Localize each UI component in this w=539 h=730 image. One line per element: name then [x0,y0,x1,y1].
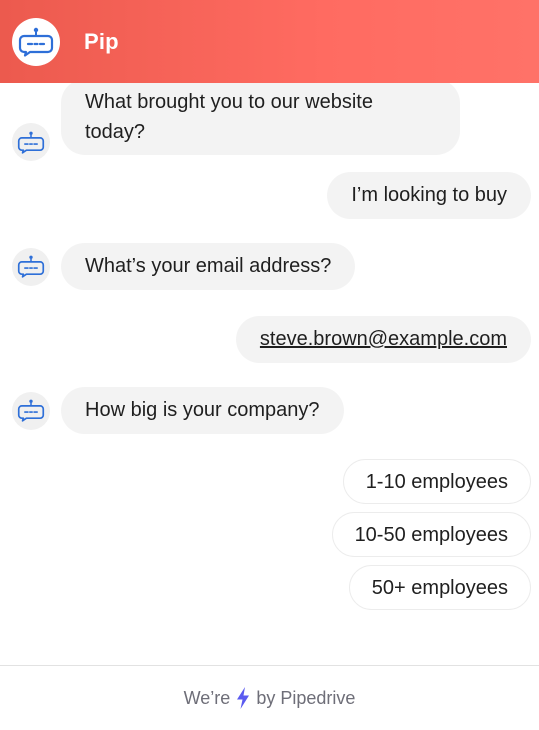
bot-avatar [12,391,50,430]
bot-avatar [12,247,50,286]
bot-avatar [12,17,60,66]
bot-message-text: How big is your company? [61,387,344,434]
bot-message: What brought you to our website today? [12,83,460,161]
bot-icon [17,131,45,154]
bot-icon [18,27,54,57]
footer-link[interactable]: by Pipedrive [256,688,355,709]
option-10-50-employees[interactable]: 10-50 employees [331,512,531,557]
chat-header: Pip [0,0,539,83]
bot-message-text: What’s your email address? [61,243,356,290]
bot-message-text: What brought you to our website today? [61,83,460,155]
bot-name: Pip [84,28,119,54]
bot-message: How big is your company? [12,387,344,434]
bot-message: What’s your email address? [12,243,356,290]
bot-icon [17,255,45,278]
user-message: I’m looking to buy [327,172,531,219]
option-50-plus-employees[interactable]: 50+ employees [348,565,531,610]
user-message: steve.brown@example.com [235,316,531,363]
chat-transcript[interactable]: What brought you to our website today? I… [0,83,539,664]
powered-by-footer: We’re by Pipedrive [0,665,539,730]
footer-prefix: We’re [183,687,231,708]
email-link[interactable]: steve.brown@example.com [260,328,507,350]
bot-avatar [12,123,50,161]
option-1-10-employees[interactable]: 1-10 employees [342,459,531,504]
bolt-icon [236,687,250,709]
bot-icon [17,399,45,422]
